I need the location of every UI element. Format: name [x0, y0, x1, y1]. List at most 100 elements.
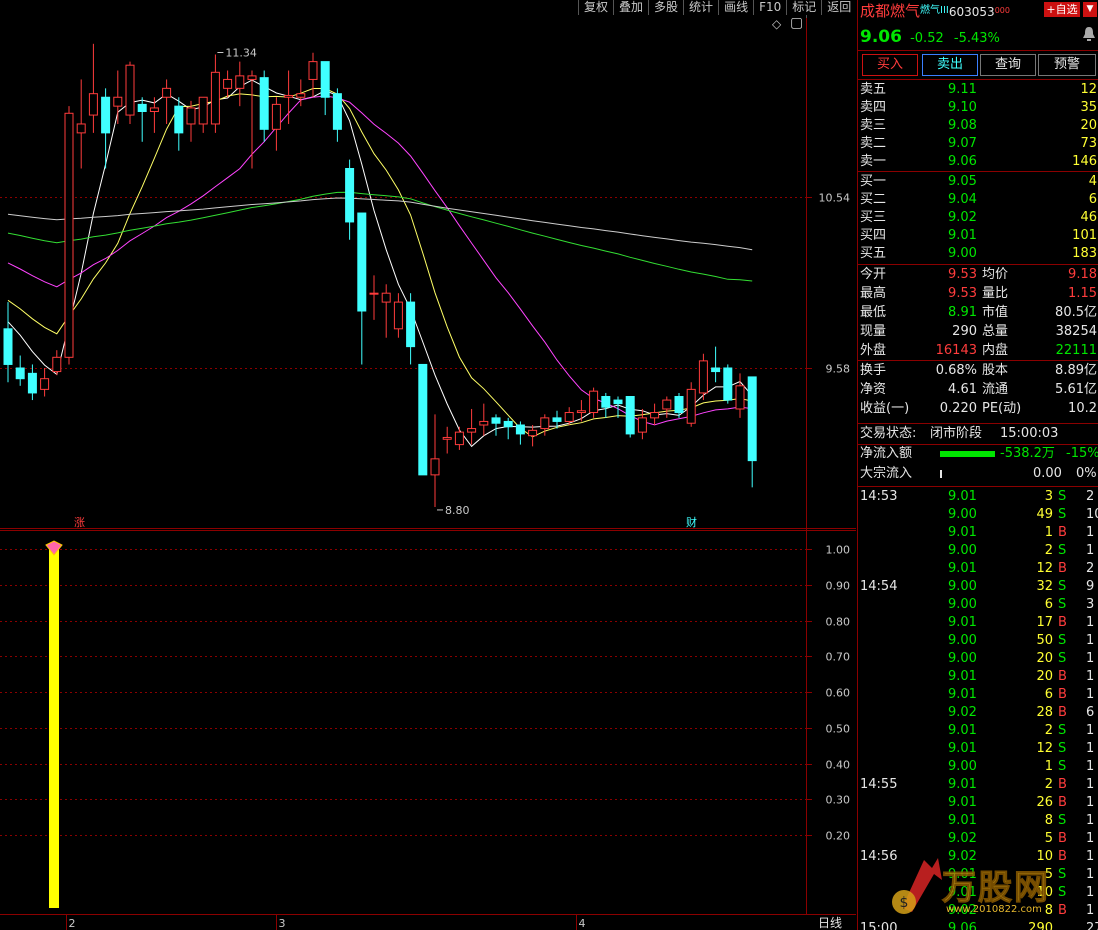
- bid-row[interactable]: 买四 9.01 101: [858, 227, 1098, 245]
- add-watchlist-button[interactable]: +自选: [1044, 2, 1080, 17]
- candle-body[interactable]: [113, 96, 123, 107]
- candle-body[interactable]: [601, 396, 611, 408]
- candle-body[interactable]: [454, 431, 464, 446]
- candle-body[interactable]: [515, 424, 525, 435]
- candle-body[interactable]: [735, 385, 745, 410]
- candle-body[interactable]: [674, 396, 684, 414]
- candle-body[interactable]: [296, 93, 306, 98]
- dropdown-arrow-icon[interactable]: ▼: [1083, 2, 1097, 17]
- candle-body[interactable]: [88, 93, 98, 116]
- window-icon[interactable]: ▢: [790, 15, 803, 31]
- toolbar-overlay-button[interactable]: 叠加: [613, 0, 649, 15]
- candle-body[interactable]: [613, 399, 623, 405]
- bid-volume: 46: [1080, 210, 1097, 225]
- candle-body[interactable]: [698, 360, 708, 394]
- candle-body[interactable]: [381, 292, 391, 303]
- kline-chart[interactable]: 10.54 9.58 1.00 0.90 0.80 0.70 0.60 0.50 0.40 0.3…: [0, 0, 856, 930]
- candle-body[interactable]: [564, 412, 574, 422]
- candle-body[interactable]: [235, 75, 245, 89]
- candle-body[interactable]: [503, 420, 513, 428]
- diamond-icon[interactable]: ◇: [772, 17, 781, 31]
- candle-body[interactable]: [406, 301, 416, 348]
- candle-body[interactable]: [162, 87, 172, 98]
- candle-body[interactable]: [271, 103, 281, 130]
- period-label[interactable]: 日线: [818, 916, 842, 930]
- chart-area[interactable]: 10.54 9.58 1.00 0.90 0.80 0.70 0.60 0.50 0.40 0.3…: [0, 0, 856, 930]
- candle-body[interactable]: [308, 61, 318, 80]
- candle-body[interactable]: [723, 367, 733, 401]
- candle-body[interactable]: [467, 428, 477, 433]
- candle-body[interactable]: [393, 301, 403, 330]
- candle-body[interactable]: [186, 107, 196, 125]
- bid-row[interactable]: 买三 9.02 46: [858, 209, 1098, 227]
- toolbar-back-button[interactable]: 返回: [821, 0, 857, 15]
- toolbar-stats-button[interactable]: 统计: [683, 0, 719, 15]
- candle-body[interactable]: [15, 367, 25, 380]
- candle-body[interactable]: [528, 429, 538, 437]
- ask-row[interactable]: 卖二 9.07 73: [858, 135, 1098, 153]
- toolbar-f10-button[interactable]: F10: [753, 0, 787, 15]
- bid-row[interactable]: 买二 9.04 6: [858, 191, 1098, 209]
- ask-row[interactable]: 卖四 9.10 35: [858, 99, 1098, 117]
- candle-body[interactable]: [491, 417, 501, 424]
- bid-row[interactable]: 买五 9.00 183: [858, 245, 1098, 263]
- candle-body[interactable]: [174, 105, 184, 134]
- candle-body[interactable]: [332, 93, 342, 130]
- candle-body[interactable]: [442, 436, 452, 440]
- sell-button[interactable]: 卖出: [922, 54, 978, 76]
- toolbar-multi-stock-button[interactable]: 多股: [648, 0, 684, 15]
- candle-body[interactable]: [625, 396, 635, 435]
- query-button[interactable]: 查询: [980, 54, 1036, 76]
- ask-row[interactable]: 卖五 9.11 12: [858, 81, 1098, 99]
- candle-body[interactable]: [210, 71, 220, 125]
- candle-body[interactable]: [76, 123, 86, 134]
- candle-body[interactable]: [64, 112, 74, 358]
- candle-body[interactable]: [125, 64, 135, 116]
- stat-row: 现量 290 总量 38254: [858, 323, 1098, 341]
- candle-body[interactable]: [711, 367, 721, 373]
- candle-body[interactable]: [576, 410, 586, 414]
- candle-body[interactable]: [198, 96, 208, 125]
- candle-body[interactable]: [3, 328, 13, 365]
- limit-up-marker[interactable]: 涨: [74, 516, 85, 529]
- candle-body[interactable]: [52, 356, 62, 373]
- ask-row[interactable]: 卖一 9.06 146: [858, 153, 1098, 171]
- alert-button[interactable]: 预警: [1038, 54, 1096, 76]
- buy-button[interactable]: 买入: [862, 54, 918, 76]
- toolbar-fuquan-button[interactable]: 复权: [578, 0, 614, 15]
- candle-body[interactable]: [540, 417, 550, 430]
- candle-body[interactable]: [430, 458, 440, 476]
- finance-marker[interactable]: 财: [686, 515, 697, 529]
- candle-body[interactable]: [137, 103, 147, 112]
- candle-body[interactable]: [589, 390, 599, 414]
- candle-body[interactable]: [357, 212, 367, 312]
- ask-row[interactable]: 卖三 9.08 20: [858, 117, 1098, 135]
- candle-body[interactable]: [27, 372, 37, 394]
- tick-side: S: [1058, 813, 1067, 828]
- candle-body[interactable]: [479, 420, 489, 426]
- candle-body[interactable]: [284, 94, 294, 98]
- bell-icon[interactable]: [1082, 26, 1096, 42]
- net-flow-bar: [940, 451, 995, 457]
- candle-body[interactable]: [369, 292, 379, 295]
- toolbar-draw-line-button[interactable]: 画线: [718, 0, 754, 15]
- candle-body[interactable]: [650, 412, 660, 419]
- candle-body[interactable]: [40, 378, 50, 390]
- candle-body[interactable]: [418, 363, 428, 476]
- candle-body[interactable]: [637, 417, 647, 433]
- toolbar-mark-button[interactable]: 标记: [786, 0, 822, 15]
- candle-body[interactable]: [747, 376, 757, 462]
- block-flow-label: 大宗流入: [860, 466, 913, 481]
- candle-body[interactable]: [662, 399, 672, 410]
- candle-body[interactable]: [552, 417, 562, 422]
- candle-body[interactable]: [247, 75, 257, 80]
- indicator-bar[interactable]: [49, 549, 59, 908]
- candle-body[interactable]: [686, 388, 696, 424]
- candle-body[interactable]: [345, 168, 355, 223]
- bid-row[interactable]: 买一 9.05 4: [858, 173, 1098, 191]
- candle-body[interactable]: [259, 77, 269, 130]
- candle-body[interactable]: [101, 96, 111, 134]
- candle-body[interactable]: [223, 78, 233, 89]
- candle-body[interactable]: [320, 61, 330, 98]
- candle-body[interactable]: [149, 107, 159, 112]
